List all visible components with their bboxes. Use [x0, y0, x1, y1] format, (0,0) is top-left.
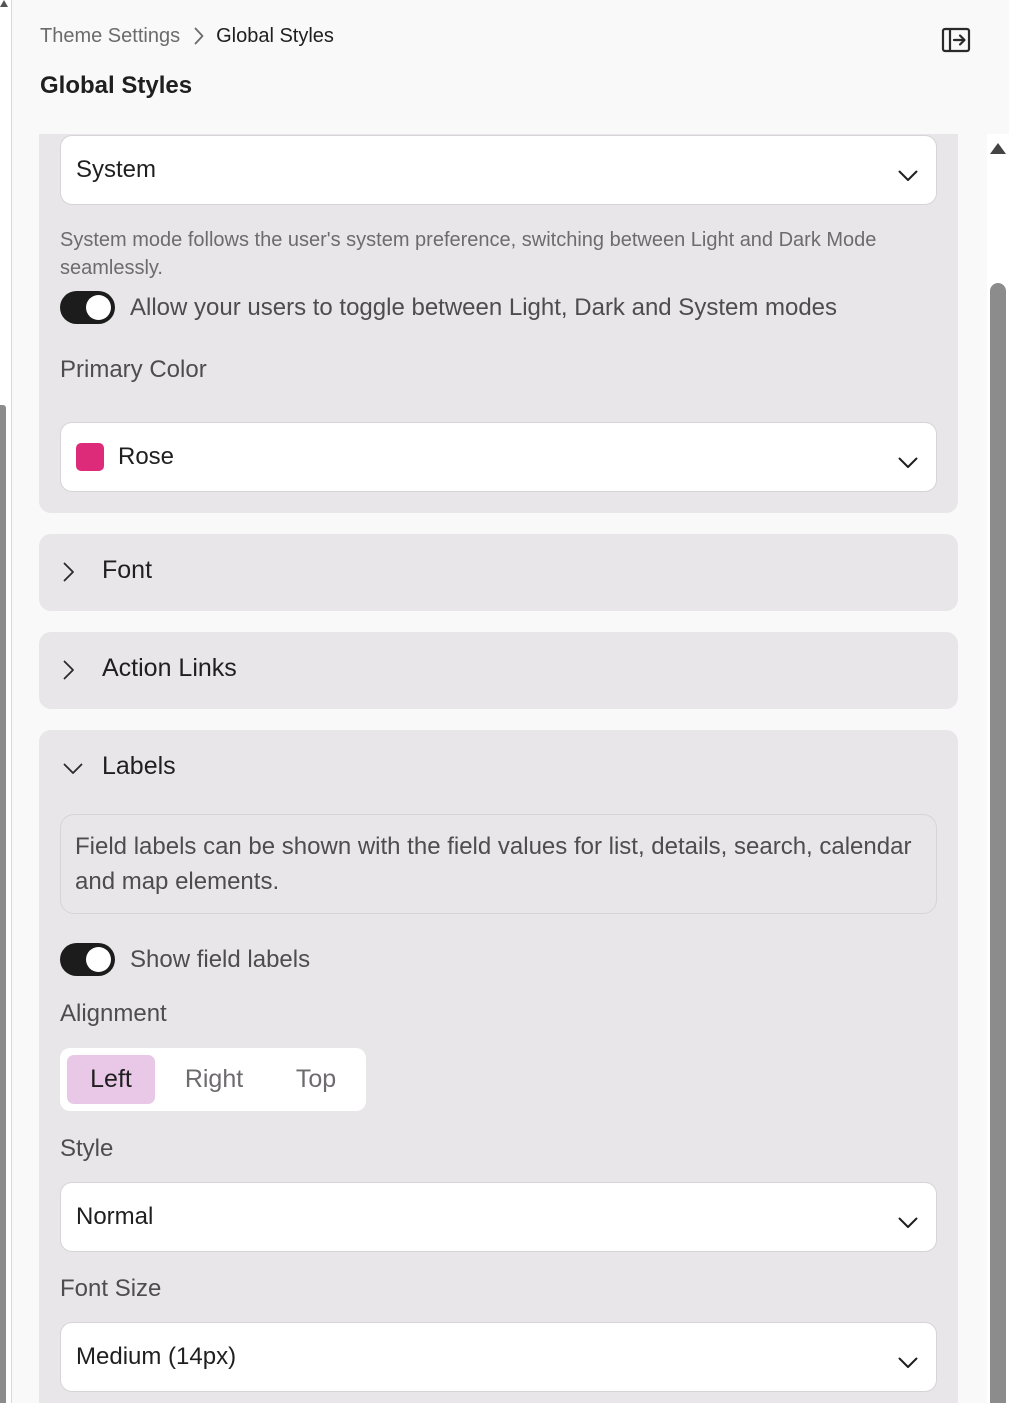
chevron-down-icon — [63, 762, 83, 780]
show-labels-toggle-row[interactable]: Show field labels — [60, 943, 310, 976]
mode-select[interactable]: System — [60, 135, 937, 205]
font-section-header[interactable]: Font — [39, 534, 958, 611]
primary-color-label: Primary Color — [60, 356, 207, 383]
breadcrumb-global-styles: Global Styles — [216, 24, 334, 47]
style-label: Style — [60, 1135, 114, 1162]
breadcrumb: Theme Settings Global Styles — [40, 22, 334, 50]
mode-help-text: System mode follows the user's system pr… — [60, 229, 877, 279]
mode-select-value: System — [76, 156, 157, 183]
left-scrollbar-thumb[interactable] — [0, 405, 6, 1403]
chevron-right-icon — [63, 660, 75, 685]
page-title: Global Styles — [40, 72, 193, 99]
chevron-down-icon — [898, 161, 918, 189]
chevron-down-icon — [898, 448, 918, 476]
font-section: Font — [39, 534, 958, 611]
mode-toggle-row[interactable]: Allow your users to toggle between Light… — [60, 291, 837, 324]
left-scroll-up-arrow[interactable] — [0, 0, 8, 7]
action-links-section: Action Links — [39, 632, 958, 709]
chevron-down-icon — [898, 1208, 918, 1236]
font-size-select[interactable]: Medium (14px) — [60, 1322, 937, 1392]
collapse-panel-icon[interactable] — [941, 27, 971, 53]
alignment-left-option[interactable]: Left — [67, 1055, 155, 1104]
scroll-up-arrow-icon[interactable] — [990, 143, 1006, 154]
font-size-select-value: Medium (14px) — [76, 1343, 237, 1370]
settings-scroll-area: System System mode follows the user's sy… — [39, 134, 958, 1403]
action-links-section-title: Action Links — [102, 654, 237, 682]
alignment-label: Alignment — [60, 1000, 167, 1027]
alignment-right-option[interactable]: Right — [155, 1055, 273, 1104]
action-links-section-header[interactable]: Action Links — [39, 632, 958, 709]
labels-info-box: Field labels can be shown with the field… — [60, 814, 937, 914]
primary-color-value: Rose — [118, 443, 175, 470]
mode-toggle-label: Allow your users to toggle between Light… — [130, 293, 838, 321]
primary-color-select[interactable]: Rose — [60, 422, 937, 492]
font-section-title: Font — [102, 556, 153, 584]
left-window-edge — [0, 0, 12, 1403]
chevron-right-icon — [194, 27, 204, 45]
show-labels-toggle-switch[interactable] — [60, 943, 115, 976]
show-labels-toggle-label: Show field labels — [130, 945, 311, 973]
style-select[interactable]: Normal — [60, 1182, 937, 1252]
style-select-value: Normal — [76, 1203, 154, 1230]
labels-section-header[interactable]: Labels — [39, 730, 958, 807]
appearance-panel: System System mode follows the user's sy… — [39, 134, 958, 513]
alignment-top-option[interactable]: Top — [273, 1055, 359, 1104]
alignment-segmented-control: Left Right Top — [60, 1048, 366, 1111]
font-size-label: Font Size — [60, 1275, 162, 1302]
breadcrumb-theme-settings[interactable]: Theme Settings — [40, 25, 180, 48]
right-scrollbar-thumb[interactable] — [990, 283, 1006, 1403]
chevron-down-icon — [898, 1348, 918, 1376]
color-swatch — [76, 443, 104, 471]
labels-section-title: Labels — [102, 752, 176, 780]
chevron-right-icon — [63, 562, 75, 587]
mode-toggle-switch[interactable] — [60, 291, 115, 324]
labels-section: Labels Field labels can be shown with th… — [39, 730, 958, 1403]
